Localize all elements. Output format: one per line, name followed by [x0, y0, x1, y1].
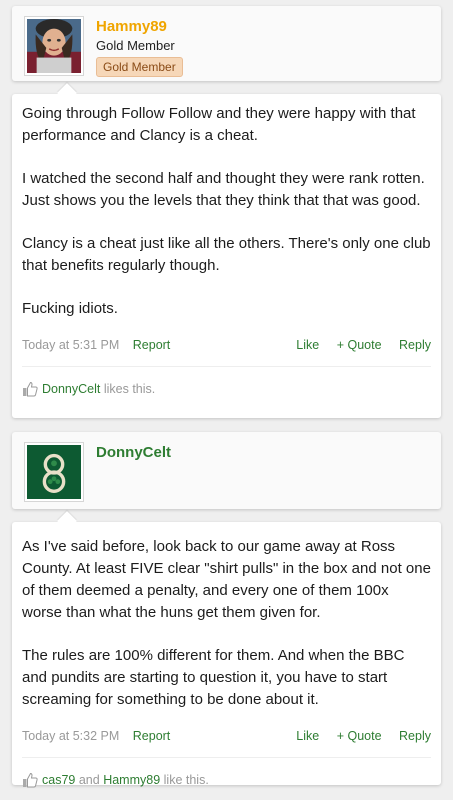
likes-summary: DonnyCelt likes this. — [22, 366, 431, 397]
thumbs-up-icon — [23, 772, 38, 788]
like-link[interactable]: Like — [296, 729, 319, 743]
user-card: DonnyCelt — [12, 432, 441, 509]
message-paragraph: Fucking idiots. — [22, 300, 118, 317]
message-paragraph: Going through Follow Follow and they wer… — [22, 105, 416, 144]
message-paragraph: Clancy is a cheat just like all the othe… — [22, 235, 431, 274]
username[interactable]: DonnyCelt — [96, 444, 171, 462]
liker-link[interactable]: DonnyCelt — [42, 382, 100, 396]
reply-link[interactable]: Reply — [399, 338, 431, 352]
timestamp[interactable]: Today at 5:32 PM — [22, 729, 119, 743]
message-meta: Today at 5:31 PM Report Like + Quote Rep… — [22, 336, 431, 354]
username[interactable]: Hammy89 — [96, 18, 183, 36]
thumbs-up-icon — [23, 381, 38, 397]
celtic-crest-icon — [27, 445, 81, 499]
message-paragraph: As I've said before, look back to our ga… — [22, 538, 431, 621]
post-message: Going through Follow Follow and they wer… — [12, 83, 441, 418]
timestamp[interactable]: Today at 5:31 PM — [22, 338, 119, 352]
avatar[interactable] — [24, 16, 84, 76]
message-body: Going through Follow Follow and they wer… — [22, 94, 431, 320]
liker-link[interactable]: cas79 — [42, 773, 75, 787]
user-banner: Gold Member — [96, 57, 183, 77]
user-card: Hammy89 Gold Member Gold Member — [12, 6, 441, 81]
report-link[interactable]: Report — [133, 338, 171, 352]
user-photo-icon — [27, 19, 81, 73]
like-link[interactable]: Like — [296, 338, 319, 352]
report-link[interactable]: Report — [133, 729, 171, 743]
likes-suffix: likes this. — [103, 382, 156, 396]
post-message: As I've said before, look back to our ga… — [12, 511, 441, 788]
quote-link[interactable]: + Quote — [337, 729, 382, 743]
reply-link[interactable]: Reply — [399, 729, 431, 743]
likes-joiner: and — [78, 773, 100, 787]
message-meta: Today at 5:32 PM Report Like + Quote Rep… — [22, 727, 431, 745]
message-body: As I've said before, look back to our ga… — [22, 522, 431, 711]
message-paragraph: The rules are 100% different for them. A… — [22, 647, 405, 708]
liker-link[interactable]: Hammy89 — [103, 773, 160, 787]
likes-summary: cas79 and Hammy89 like this. — [22, 757, 431, 788]
avatar[interactable] — [24, 442, 84, 502]
user-title: Gold Member — [96, 38, 175, 53]
likes-suffix: like this. — [163, 773, 209, 787]
quote-link[interactable]: + Quote — [337, 338, 382, 352]
message-paragraph: I watched the second half and thought th… — [22, 170, 425, 209]
